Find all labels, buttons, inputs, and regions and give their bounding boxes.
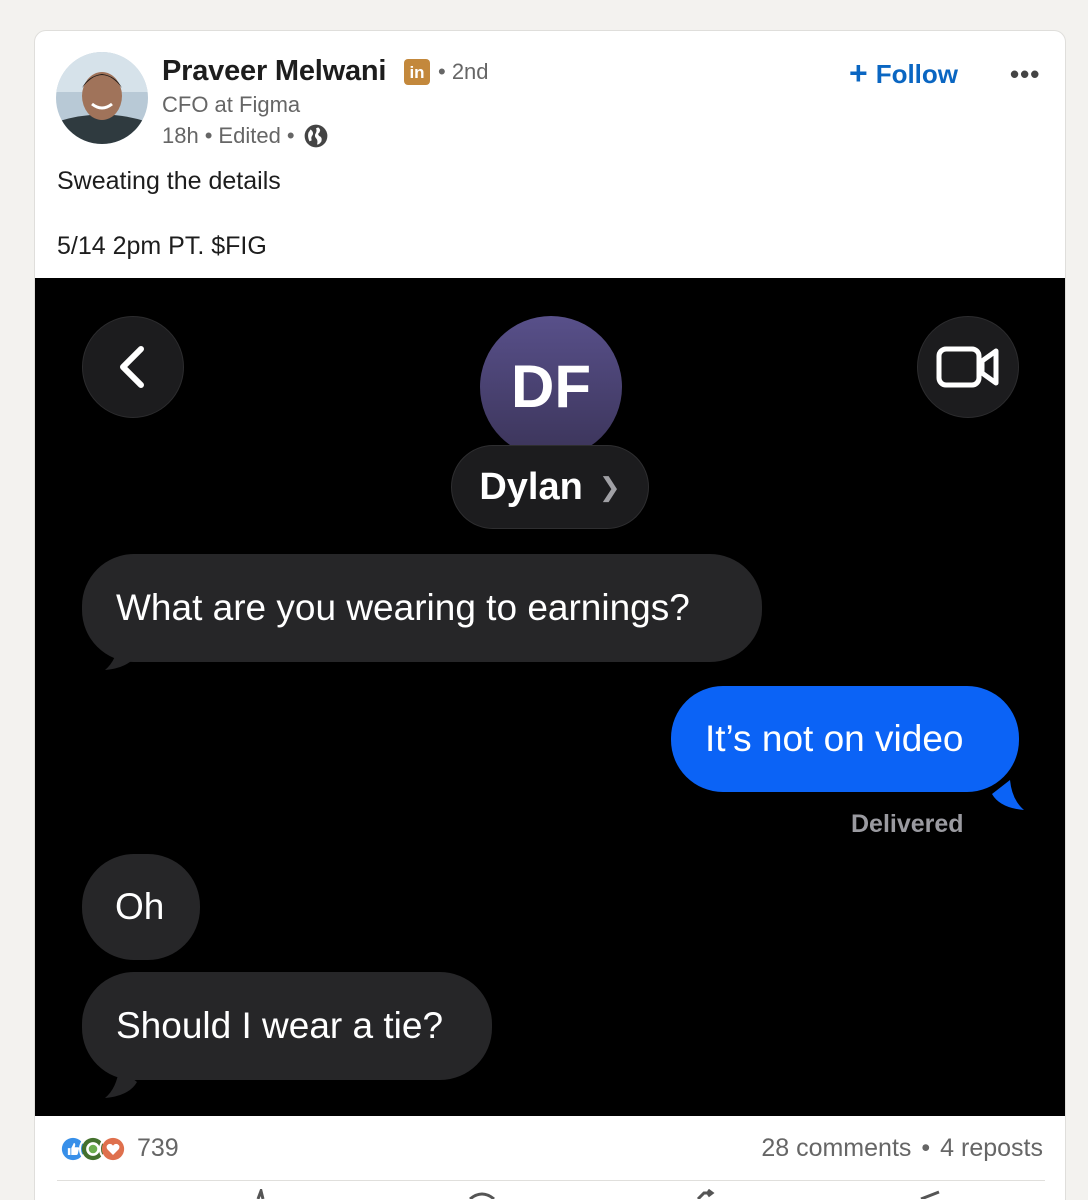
plus-icon: + [849, 55, 868, 91]
message-text: What are you wearing to earnings? [116, 587, 690, 628]
reposts-count-link[interactable]: 4 reposts [940, 1134, 1043, 1163]
delivery-status: Delivered [851, 810, 964, 838]
social-stats-bar: 739 28 comments • 4 reposts [35, 1116, 1065, 1180]
author-headline: CFO at Figma [162, 92, 301, 117]
post-meta: 18h • Edited • [162, 123, 329, 149]
divider [57, 1180, 1045, 1181]
more-options-button[interactable]: ••• [1010, 59, 1040, 90]
follow-button[interactable]: + Follow [849, 55, 959, 91]
edited-label: Edited [218, 123, 281, 148]
feed-post-card: Praveer Melwani in • 2nd CFO at Figma 18… [34, 30, 1066, 1200]
message-text: Oh [115, 886, 165, 927]
post-text-line: 5/14 2pm PT. $FIG [57, 232, 267, 260]
author-avatar[interactable] [56, 52, 148, 144]
author-name[interactable]: Praveer Melwani [162, 55, 386, 88]
contact-name: Dylan [479, 465, 583, 508]
social-counts: 28 comments • 4 reposts [761, 1134, 1043, 1163]
post-image[interactable]: DF Dylan ❯ What are you wearing to earni… [35, 278, 1065, 1116]
message-text: Should I wear a tie? [116, 1005, 444, 1046]
follow-label: Follow [875, 59, 959, 89]
video-camera-icon [936, 346, 999, 388]
comments-count-link[interactable]: 28 comments [761, 1134, 911, 1163]
like-action-icon[interactable] [245, 1189, 275, 1199]
back-button [82, 316, 184, 418]
meta-separator: • [204, 123, 213, 148]
post-body: Sweating the details 5/14 2pm PT. $FIG [57, 165, 281, 263]
chevron-right-icon: ❯ [598, 471, 621, 502]
back-chevron-icon [120, 346, 144, 388]
reaction-count: 739 [137, 1134, 179, 1162]
contact-avatar: DF [480, 316, 622, 458]
message-bubble-incoming: Should I wear a tie? [82, 972, 492, 1080]
post-text-line: Sweating the details [57, 167, 281, 195]
message-bubble-outgoing: It’s not on video [671, 686, 1019, 792]
bubble-tail [992, 780, 1024, 810]
love-reaction-icon [99, 1134, 127, 1163]
repost-action-icon[interactable] [690, 1189, 720, 1199]
message-bubble-incoming: Oh [82, 854, 200, 960]
linkedin-premium-icon: in [404, 59, 430, 85]
reactions-summary[interactable]: 739 [59, 1134, 179, 1163]
message-text: It’s not on video [705, 718, 964, 759]
comment-action-icon[interactable] [467, 1189, 497, 1199]
globe-icon [304, 124, 327, 148]
counts-separator: • [921, 1134, 931, 1162]
message-bubble-incoming: What are you wearing to earnings? [82, 554, 762, 662]
connection-degree: • 2nd [438, 59, 489, 84]
post-time: 18h [162, 123, 199, 148]
contact-name-pill: Dylan ❯ [451, 445, 649, 529]
video-call-button [917, 316, 1019, 418]
send-action-icon[interactable] [915, 1189, 945, 1199]
meta-separator: • [286, 123, 295, 148]
